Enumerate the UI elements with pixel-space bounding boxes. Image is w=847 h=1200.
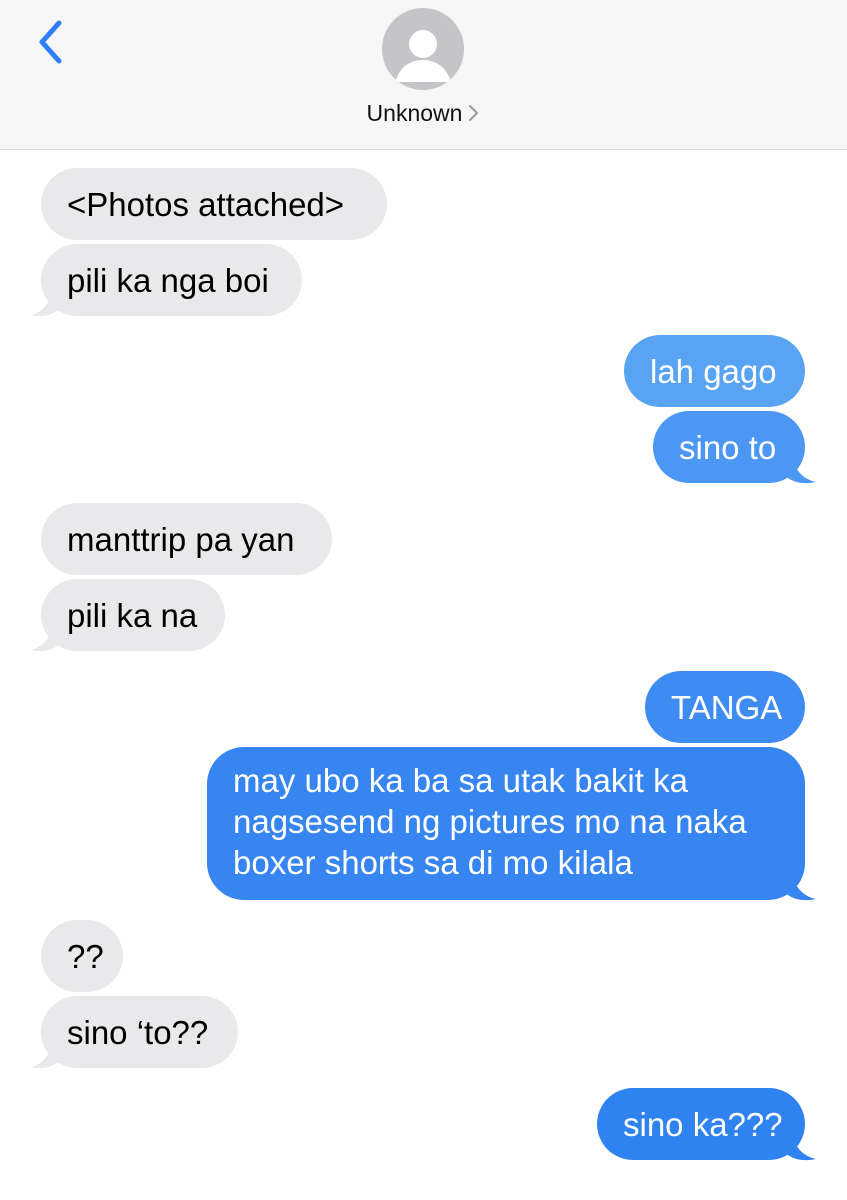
message-bubble-outgoing[interactable]: may ubo ka ba sa utak bakit ka nagsesend… xyxy=(207,747,805,900)
avatar[interactable] xyxy=(382,8,464,90)
bubble-tail xyxy=(31,623,61,652)
message-bubble-incoming[interactable]: <Photos attached> xyxy=(41,168,387,240)
bubble-tail xyxy=(784,455,816,484)
message-bubble-incoming[interactable]: sino ‘to?? xyxy=(41,996,238,1068)
bubble-tail xyxy=(31,288,61,317)
back-button[interactable] xyxy=(30,16,70,68)
bubble-tail xyxy=(784,872,816,901)
message-bubble-outgoing[interactable]: TANGA xyxy=(645,671,805,743)
message-bubble-outgoing[interactable]: sino to xyxy=(653,411,805,483)
chevron-left-icon xyxy=(39,20,62,64)
message-bubble-incoming[interactable]: pili ka nga boi xyxy=(41,244,302,316)
message-bubble-incoming[interactable]: manttrip pa yan xyxy=(41,503,332,575)
chevron-right-icon xyxy=(469,105,479,121)
bubble-tail xyxy=(31,1040,61,1069)
message-bubble-incoming[interactable]: pili ka na xyxy=(41,579,225,651)
conversation-header: Unknown xyxy=(0,0,847,150)
message-bubble-outgoing[interactable]: sino ka??? xyxy=(597,1088,805,1160)
message-bubble-outgoing[interactable]: lah gago xyxy=(624,335,805,407)
bubble-tail xyxy=(784,1132,816,1161)
contact-name-button[interactable]: Unknown xyxy=(0,98,847,128)
person-silhouette-icon xyxy=(395,30,451,82)
message-bubble-incoming[interactable]: ?? xyxy=(41,920,123,992)
contact-name: Unknown xyxy=(366,99,463,126)
